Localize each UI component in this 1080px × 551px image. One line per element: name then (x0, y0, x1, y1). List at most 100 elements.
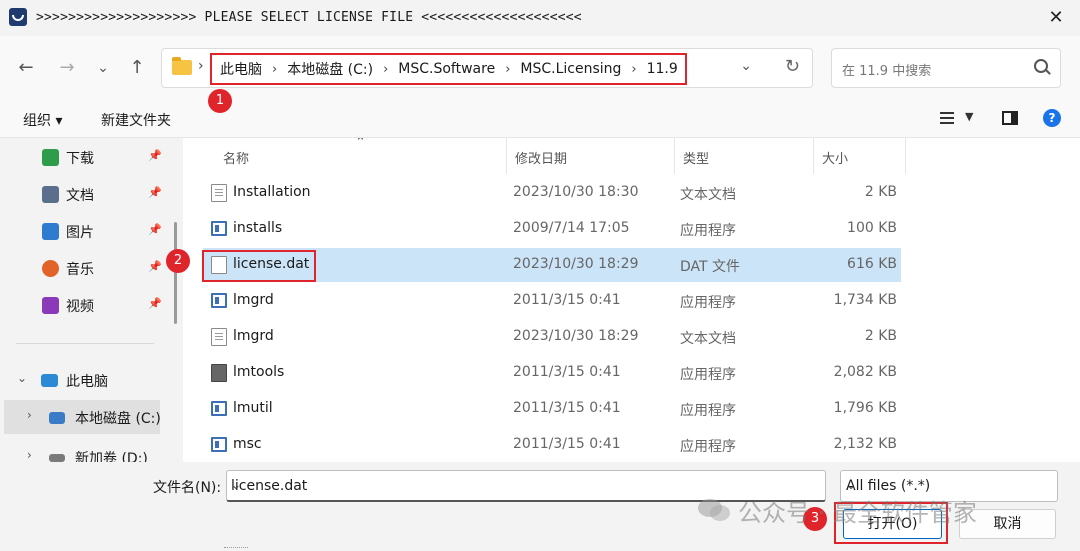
view-dropdown-icon[interactable]: ▼ (965, 110, 973, 123)
picture-icon (42, 223, 59, 240)
sidebar-item-downloads[interactable]: 下载 📌 (0, 140, 170, 174)
breadcrumb-item-msc-licensing[interactable]: MSC.Licensing (520, 61, 621, 77)
file-name: lmtools (233, 364, 285, 380)
file-name: installs (233, 220, 283, 236)
file-type: 文本文档 (680, 331, 736, 347)
file-list: 名称 ⌃ 修改日期 类型 大小 Installation 2023/10/30 … (183, 138, 1080, 462)
column-header-label: 修改日期 (515, 152, 568, 167)
folder-icon (172, 57, 192, 75)
breadcrumb-separator-icon[interactable]: › (631, 62, 636, 77)
file-name: lmgrd (233, 292, 274, 308)
search-box[interactable]: 在 11.9 中搜索 (831, 48, 1061, 88)
file-row[interactable]: lmgrd 2023/10/30 18:29 文本文档 2 KB (203, 320, 901, 354)
search-icon[interactable] (1034, 59, 1048, 73)
file-row[interactable]: lmgrd 2011/3/15 0:41 应用程序 1,734 KB (203, 284, 901, 318)
sidebar-scrollbar[interactable] (174, 222, 177, 324)
file-size: 2,082 KB (833, 364, 897, 380)
application-icon (211, 401, 227, 416)
disk-icon (49, 454, 65, 462)
application-icon (211, 437, 227, 452)
sidebar-item-new-volume[interactable]: › 新加卷 (D:) (0, 440, 170, 462)
file-row[interactable]: installs 2009/7/14 17:05 应用程序 100 KB (203, 212, 901, 246)
recent-locations-button[interactable]: ⌄ (91, 56, 115, 80)
help-icon[interactable]: ? (1043, 109, 1061, 127)
file-type: 应用程序 (680, 295, 736, 311)
file-type: 应用程序 (680, 223, 736, 239)
file-name: msc (233, 436, 262, 452)
sidebar-item-documents[interactable]: 文档 📌 (0, 177, 170, 211)
breadcrumb-separator-icon[interactable]: › (383, 62, 388, 77)
new-folder-button[interactable]: 新建文件夹 (101, 110, 171, 130)
sidebar-item-this-pc[interactable]: ⌄ 此电脑 (0, 363, 170, 397)
sidebar-item-label: 下载 (66, 151, 94, 167)
sidebar-item-label: 音乐 (66, 262, 94, 278)
file-row[interactable]: lmutil 2011/3/15 0:41 应用程序 1,796 KB (203, 392, 901, 426)
breadcrumb-item-11-9[interactable]: 11.9 (647, 61, 678, 77)
breadcrumb-separator-icon[interactable]: › (272, 62, 277, 77)
column-header-name[interactable]: 名称 ⌃ (215, 138, 507, 174)
pin-icon[interactable]: 📌 (148, 260, 162, 273)
pin-icon[interactable]: 📌 (148, 297, 162, 310)
sidebar-item-pictures[interactable]: 图片 📌 (0, 214, 170, 248)
breadcrumb-item-this-pc[interactable]: 此电脑 (220, 59, 262, 79)
column-header-date[interactable]: 修改日期 (507, 138, 675, 174)
organize-button[interactable]: 组织 ▾ (23, 110, 62, 130)
view-options-icon[interactable] (940, 112, 954, 124)
file-date: 2011/3/15 0:41 (513, 364, 621, 380)
file-type: 应用程序 (680, 439, 736, 455)
annotation-badge-1: 1 (208, 89, 232, 113)
chevron-down-icon[interactable]: ⌄ (846, 478, 1049, 492)
window-title: >>>>>>>>>>>>>>>>>>>> PLEASE SELECT LICEN… (36, 10, 582, 25)
sidebar-item-label: 此电脑 (66, 374, 108, 390)
address-dropdown-icon[interactable]: ⌄ (740, 58, 752, 74)
sidebar-item-label: 视频 (66, 299, 94, 315)
file-row[interactable]: msc 2011/3/15 0:41 应用程序 2,132 KB (203, 428, 901, 462)
application-icon (211, 293, 227, 308)
file-size: 2 KB (864, 184, 897, 200)
column-header-size[interactable]: 大小 (814, 138, 906, 174)
chevron-down-icon[interactable]: ⌄ (231, 478, 817, 492)
search-input[interactable]: 在 11.9 中搜索 (842, 60, 931, 79)
sidebar-item-local-disk[interactable]: › 本地磁盘 (C:) (4, 400, 161, 434)
filename-label: 文件名(N): (153, 480, 222, 496)
chevron-right-icon[interactable]: › (27, 408, 32, 422)
preview-pane-icon[interactable] (1002, 111, 1018, 125)
sidebar-item-label: 本地磁盘 (C:) (75, 411, 161, 427)
navigation-bar: ← → ⌄ ↑ › 此电脑 › 本地磁盘 (C:) › MSC.Software… (0, 36, 1080, 100)
sidebar-item-music[interactable]: 音乐 📌 (0, 251, 170, 285)
chevron-right-icon[interactable]: › (27, 448, 32, 462)
column-header-type[interactable]: 类型 (675, 138, 814, 174)
column-header-label: 名称 (223, 152, 250, 167)
forward-button[interactable]: → (55, 56, 79, 80)
file-date: 2023/10/30 18:30 (513, 184, 639, 200)
close-button[interactable]: ✕ (1044, 6, 1068, 30)
back-button[interactable]: ← (14, 56, 38, 80)
refresh-icon[interactable]: ↻ (785, 56, 800, 77)
pin-icon[interactable]: 📌 (148, 149, 162, 162)
chevron-down-icon[interactable]: ⌄ (17, 371, 27, 385)
column-header-label: 大小 (822, 152, 849, 167)
disk-icon (49, 412, 65, 424)
filename-field[interactable]: license.dat ⌄ (226, 470, 826, 502)
resize-grip[interactable] (224, 547, 248, 549)
pin-icon[interactable]: 📌 (148, 223, 162, 236)
breadcrumb-item-msc-software[interactable]: MSC.Software (398, 61, 495, 77)
command-bar: 组织 ▾ 新建文件夹 ▼ ? (0, 100, 1080, 138)
application-icon (211, 221, 227, 236)
file-row[interactable]: lmtools 2011/3/15 0:41 应用程序 2,082 KB (203, 356, 901, 390)
column-header-label: 类型 (683, 152, 710, 167)
music-icon (42, 260, 59, 277)
pin-icon[interactable]: 📌 (148, 186, 162, 199)
file-type: 应用程序 (680, 367, 736, 383)
breadcrumb-item-local-disk[interactable]: 本地磁盘 (C:) (287, 59, 373, 79)
app-icon (9, 8, 27, 26)
address-chevron-icon[interactable]: › (198, 58, 204, 74)
file-date: 2023/10/30 18:29 (513, 256, 639, 272)
file-row[interactable]: Installation 2023/10/30 18:30 文本文档 2 KB (203, 176, 901, 210)
address-bar[interactable]: › 此电脑 › 本地磁盘 (C:) › MSC.Software › MSC.L… (161, 48, 813, 88)
sidebar-item-videos[interactable]: 视频 📌 (0, 288, 170, 322)
file-size: 100 KB (847, 220, 897, 236)
breadcrumb-separator-icon[interactable]: › (505, 62, 510, 77)
up-button[interactable]: ↑ (125, 56, 149, 80)
video-icon (42, 297, 59, 314)
